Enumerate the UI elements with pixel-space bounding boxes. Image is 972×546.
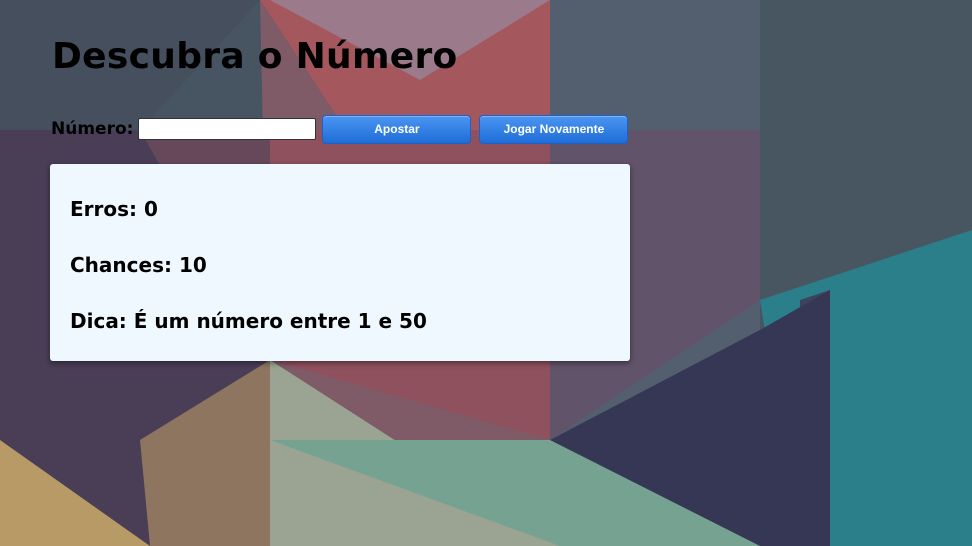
page-content: Descubra o Número Número: Apostar Jogar … [0,0,972,546]
page-title: Descubra o Número [52,36,458,77]
errors-value: 0 [144,197,158,221]
status-panel: Erros: 0 Chances: 10 Dica: É um número e… [50,164,630,361]
bet-button[interactable]: Apostar [322,114,472,144]
number-label: Número: [51,119,134,139]
hint-label: Dica: [70,309,127,333]
chances-label: Chances: [70,253,172,277]
play-again-button[interactable]: Jogar Novamente [479,114,629,144]
number-input[interactable] [138,118,317,140]
hint-value: É um número entre 1 e 50 [133,309,427,333]
guess-form: Número: Apostar Jogar Novamente [51,114,636,144]
hint-stat: Dica: É um número entre 1 e 50 [70,309,427,333]
chances-value: 10 [178,253,207,277]
errors-stat: Erros: 0 [70,197,158,221]
errors-label: Erros: [70,197,138,221]
chances-stat: Chances: 10 [70,253,207,277]
